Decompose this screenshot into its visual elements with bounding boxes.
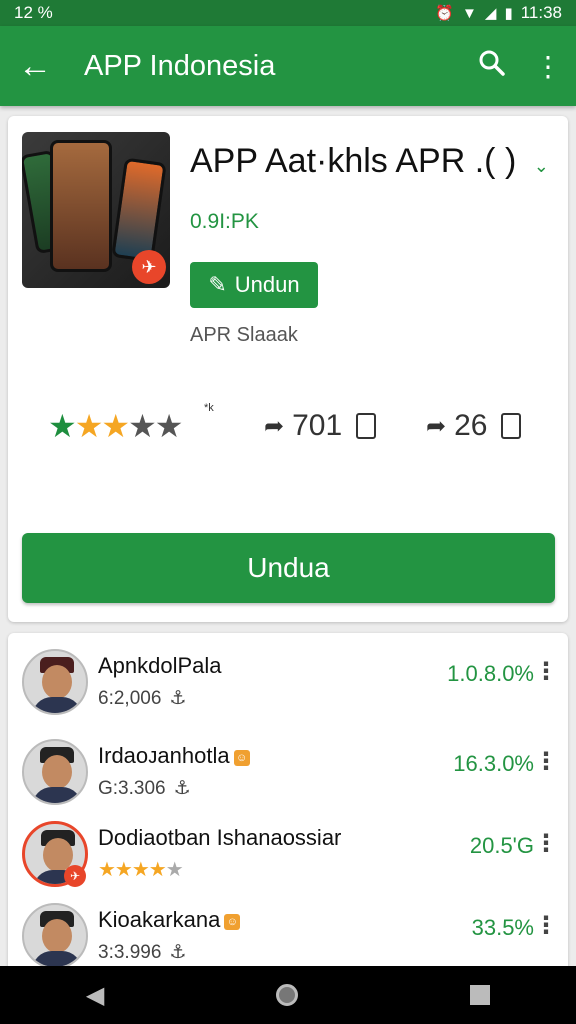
star-icon: ★: [128, 408, 157, 444]
install-button[interactable]: Undua: [22, 533, 555, 603]
nav-home-icon[interactable]: [276, 984, 299, 1006]
more-vert-icon[interactable]: ⋮: [534, 911, 558, 940]
list-item-version: 33.5%: [471, 915, 534, 940]
nav-back-icon[interactable]: ◀: [86, 981, 104, 1010]
avatar: [22, 739, 88, 805]
app-bar: ← APP Indonesia ⋮: [0, 26, 576, 106]
more-vert-icon[interactable]: ⋮: [520, 50, 576, 83]
list-item[interactable]: Kioakarkana ☺ 3:3.996 ⚓ 33.5% ⋮: [8, 897, 568, 973]
wifi-icon: ▼: [462, 4, 477, 22]
search-icon[interactable]: [464, 49, 520, 84]
list-item[interactable]: Irdaoᴊanhotla ☺ G:3.306 ⚓ 16.3.0% ⋮: [8, 733, 568, 815]
rating-superscript: *k: [204, 402, 214, 414]
status-bar: 12 % ⏰ ▼ ◢ ▮ 11:38: [0, 0, 576, 26]
install-small-label: Undun: [234, 272, 300, 297]
anchor-icon: ⚓: [169, 942, 187, 963]
star-icon: ★: [154, 408, 184, 444]
list-item-version: 16.3.0%: [453, 751, 534, 776]
stat1-value: 701: [292, 409, 343, 442]
list-item-name: Irdaoᴊanhotla ☺: [98, 743, 250, 769]
stat2-value: 26: [454, 409, 488, 442]
install-small-button[interactable]: ✎ Undun: [190, 262, 318, 308]
more-vert-icon[interactable]: ⋮: [534, 747, 558, 776]
app-detail-card: ✈ APP Aat·khls APR .( ) ⌄ 0.9I:PK ✎ Undu…: [8, 116, 568, 622]
list-item[interactable]: ApnkdolPala 6:2,006 ⚓ 1.0.8.0% ⋮: [8, 643, 568, 725]
app-badge-icon: ✈: [64, 865, 86, 887]
star-icon: ★: [101, 408, 130, 444]
anchor-icon: ⚓: [169, 688, 187, 709]
device-icon: [501, 413, 522, 439]
alarm-icon: ⏰: [435, 5, 455, 22]
share-arrow-icon: ➦: [426, 412, 447, 440]
tag-icon: ☺: [224, 914, 241, 930]
app-badge-icon: ✈: [132, 250, 166, 284]
list-item-version: 20.5'G: [469, 833, 534, 858]
edit-icon: ✎: [208, 272, 227, 297]
app-bar-title: APP Indonesia: [84, 49, 276, 82]
share-arrow-icon: ➦: [264, 412, 285, 440]
back-arrow-icon[interactable]: ←: [0, 47, 70, 86]
avatar: [22, 649, 88, 715]
list-item-name: ApnkdolPala: [98, 653, 222, 678]
list-item-sub: 3:3.996 ⚓: [98, 942, 187, 963]
status-left-text: 12 %: [14, 3, 53, 22]
nav-bar: ◀: [0, 966, 576, 1024]
stat-downloads: ➦ 701: [264, 409, 377, 443]
status-time: 11:38: [520, 3, 562, 22]
nav-recent-icon[interactable]: [470, 985, 491, 1005]
developer-name: APR Slaaak: [190, 324, 298, 346]
anchor-icon: ⚓: [173, 778, 191, 799]
list-item-version: 1.0.8.0%: [447, 661, 534, 686]
list-item-name: Kioakarkana ☺: [98, 907, 241, 933]
star-icon: ★: [74, 408, 104, 444]
list-item-name: Dodiaotban Ishanaossiar: [98, 825, 342, 850]
device-icon: [356, 413, 377, 439]
app-title-tail: ): [504, 142, 517, 180]
thumbnail-phone-center: [50, 140, 112, 272]
signal-icon: ◢: [484, 5, 497, 22]
thumbnail-phone-right: [111, 157, 167, 263]
list-item[interactable]: ✈ Dodiaotban Ishanaossiar ★★★★★ 20.5'G ⋮: [8, 815, 568, 897]
list-item-sub: G:3.306 ⚓: [98, 778, 191, 799]
rating-stars: ★★★★★: [48, 407, 184, 445]
avatar: [22, 903, 88, 969]
app-size: 0.9I:PK: [190, 210, 259, 233]
battery-icon: ▮: [504, 5, 513, 22]
app-thumbnail: ✈: [22, 132, 170, 288]
star-icon: ★: [48, 408, 77, 444]
tag-icon: ☺: [233, 750, 250, 766]
more-vert-icon[interactable]: ⋮: [534, 657, 558, 686]
chevron-icon: ⌄: [533, 156, 549, 176]
related-apps-list: ApnkdolPala 6:2,006 ⚓ 1.0.8.0% ⋮ Irdaoᴊan…: [8, 633, 568, 973]
app-title: APP Aat·khls APR .( ) ⌄: [190, 142, 549, 181]
list-item-sub: 6:2,006 ⚓: [98, 688, 187, 709]
more-vert-icon[interactable]: ⋮: [534, 829, 558, 858]
app-title-text: APP Aat·khls APR .(: [190, 142, 496, 180]
stat-shares: ➦ 26: [426, 409, 522, 443]
stats-row: ★★★★★ *k ➦ 701 ➦ 26: [8, 402, 568, 450]
rating-stars: ★★★★★: [98, 859, 184, 881]
